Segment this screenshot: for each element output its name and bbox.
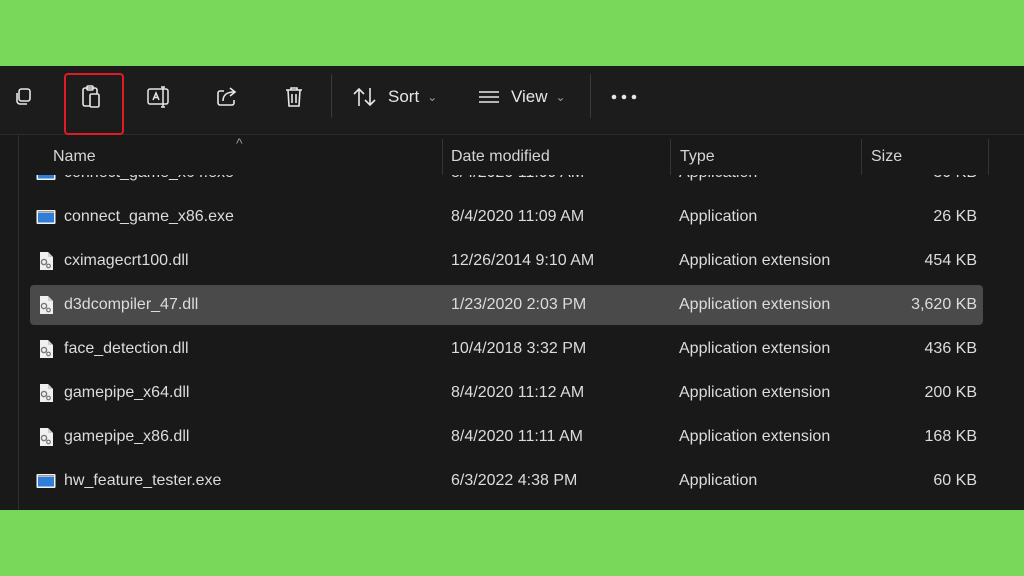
share-icon: [215, 86, 239, 108]
file-size: 3,620 KB: [911, 296, 977, 313]
file-name: face_detection.dll: [64, 340, 189, 357]
file-row[interactable]: connect_game_x86.exe 8/4/2020 11:09 AM App…: [30, 197, 983, 237]
file-name: d3dcompiler_47.dll: [64, 296, 199, 313]
rename-icon: [146, 85, 172, 109]
file-type: Application: [679, 472, 758, 489]
file-name: cximagecrt100.dll: [64, 252, 189, 269]
file-rows: connect_game_x64.exe 8/4/2020 11:09 AM App…: [0, 175, 1024, 510]
file-date-modified: 8/4/2020 11:11 AM: [451, 428, 583, 445]
file-size: 200 KB: [924, 384, 977, 401]
file-name: connect_game_x86.exe: [64, 208, 234, 225]
file-name: gamepipe_x64.dll: [64, 384, 190, 401]
file-size: 454 KB: [924, 252, 977, 269]
file-size: 30 KB: [933, 175, 977, 193]
file-name: hw_feature_tester.exe: [64, 472, 222, 489]
file-size: 26 KB: [933, 208, 977, 225]
file-type: Application: [679, 175, 757, 193]
file-type: Application extension: [679, 384, 831, 401]
file-date-modified: 1/23/2020 2:03 PM: [451, 296, 587, 313]
file-explorer-window: Sort ⌄ View ⌄ ^ Name Date modified Type …: [0, 66, 1024, 510]
sort-button[interactable]: Sort ⌄: [352, 80, 444, 114]
file-row[interactable]: d3dcompiler_47.dll 1/23/2020 2:03 PM Appli…: [30, 285, 983, 325]
dll-file-icon: [36, 383, 56, 403]
file-list: ^ Name Date modified Type Size connect_g…: [0, 135, 1024, 510]
file-row[interactable]: cximagecrt100.dll 12/26/2014 9:10 AM Appli…: [30, 241, 983, 281]
file-date-modified: 8/4/2020 11:09 AM: [451, 208, 585, 225]
command-bar: Sort ⌄ View ⌄: [0, 66, 1024, 135]
column-header-row: ^ Name Date modified Type Size: [0, 135, 1024, 175]
file-size: 168 KB: [924, 428, 977, 445]
file-row[interactable]: face_detection.dll 10/4/2018 3:32 PM Appli…: [30, 329, 983, 369]
toolbar-separator: [590, 74, 591, 118]
file-row[interactable]: gamepipe_x64.dll 8/4/2020 11:12 AM Applica…: [30, 373, 983, 413]
chevron-down-icon: ⌄: [555, 90, 566, 104]
toolbar-separator: [331, 74, 332, 118]
file-date-modified: 8/4/2020 11:09 AM: [451, 175, 584, 193]
column-divider[interactable]: [442, 139, 443, 175]
view-button[interactable]: View ⌄: [477, 80, 569, 114]
sort-icon: [352, 86, 378, 108]
share-button[interactable]: [212, 80, 242, 114]
file-type: Application extension: [679, 340, 831, 357]
rename-button[interactable]: [144, 80, 174, 114]
sort-label: Sort: [388, 87, 420, 106]
copy-button[interactable]: [8, 80, 38, 114]
file-date-modified: 8/4/2020 11:12 AM: [451, 384, 585, 401]
application-file-icon: [36, 471, 56, 491]
column-divider[interactable]: [861, 139, 862, 175]
column-header-date[interactable]: Date modified: [451, 145, 550, 169]
sort-ascending-icon: ^: [236, 135, 243, 151]
column-header-name[interactable]: Name: [53, 145, 96, 169]
delete-button[interactable]: [280, 80, 308, 114]
column-divider[interactable]: [988, 139, 989, 175]
more-options-button[interactable]: [608, 80, 640, 114]
file-row[interactable]: gamepipe_x86.dll 8/4/2020 11:11 AM Applica…: [30, 417, 983, 457]
file-date-modified: 10/4/2018 3:32 PM: [451, 340, 587, 357]
dll-file-icon: [36, 251, 56, 271]
paste-highlight-box: [64, 73, 124, 135]
file-name: connect_game_x64.exe: [64, 175, 234, 193]
file-name: gamepipe_x86.dll: [64, 428, 190, 445]
dll-file-icon: [36, 427, 56, 447]
application-file-icon: [36, 207, 56, 227]
file-type: Application: [679, 208, 758, 225]
file-date-modified: 12/26/2014 9:10 AM: [451, 252, 595, 269]
file-type: Application extension: [679, 428, 831, 445]
more-icon: [610, 93, 638, 101]
file-size: 60 KB: [933, 472, 977, 489]
column-header-type[interactable]: Type: [680, 145, 715, 169]
view-label: View: [511, 87, 548, 106]
column-header-size[interactable]: Size: [871, 145, 902, 169]
dll-file-icon: [36, 295, 56, 315]
application-file-icon: [36, 175, 56, 183]
file-row[interactable]: hw_feature_tester.exe 6/3/2022 4:38 PM App…: [30, 461, 983, 501]
file-row[interactable]: connect_game_x64.exe 8/4/2020 11:09 AM App…: [30, 175, 983, 193]
file-type: Application extension: [679, 296, 831, 313]
file-type: Application extension: [679, 252, 831, 269]
chevron-down-icon: ⌄: [427, 90, 438, 104]
dll-file-icon: [36, 339, 56, 359]
view-icon: [477, 87, 501, 107]
copy-icon: [12, 86, 34, 108]
file-size: 436 KB: [924, 340, 977, 357]
delete-icon: [283, 85, 305, 109]
file-date-modified: 6/3/2022 4:38 PM: [451, 472, 578, 489]
column-divider[interactable]: [670, 139, 671, 175]
